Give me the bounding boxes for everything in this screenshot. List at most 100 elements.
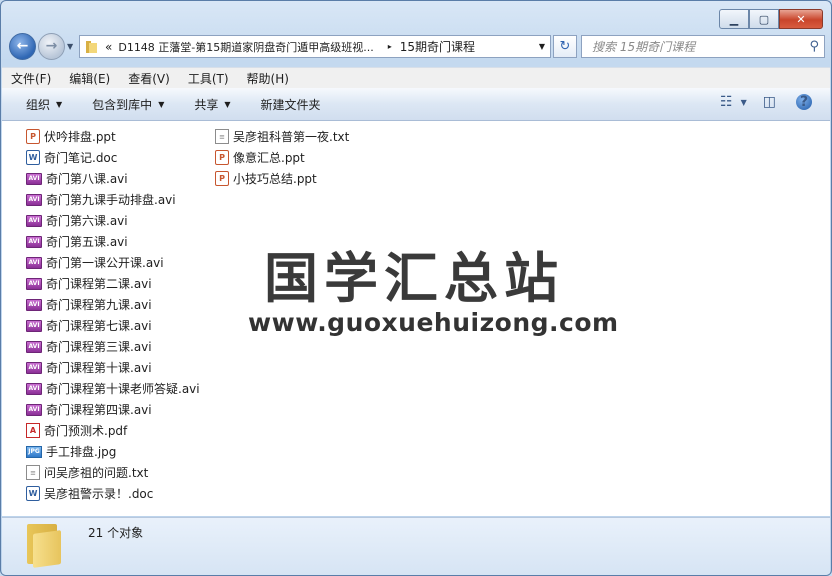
view-controls: ☷ ▼ ◫ ? (704, 94, 812, 110)
avi-file-icon: AVI (26, 214, 42, 227)
caption-buttons: ▁ ▢ ✕ (719, 9, 823, 29)
search-icon[interactable]: ⚲ (809, 39, 819, 54)
share-button[interactable]: 共享 ▼ (176, 96, 242, 113)
file-item[interactable]: AVI 奇门课程第三课.avi (26, 336, 200, 357)
file-name: 奇门第一课公开课.avi (46, 256, 164, 270)
file-name: 奇门第五课.avi (46, 235, 128, 249)
file-name: 手工排盘.jpg (46, 445, 117, 459)
file-name: 奇门课程第九课.avi (46, 298, 152, 312)
avi-file-icon: AVI (26, 193, 42, 206)
avi-file-icon: AVI (26, 298, 42, 311)
breadcrumb-current[interactable]: 15期奇门课程 (400, 38, 475, 55)
navigation-buttons: ← → ▼ (9, 32, 79, 60)
file-name: 伏吟排盘.ppt (44, 130, 116, 144)
file-name: 奇门课程第十课.avi (46, 361, 152, 375)
file-name: 吴彦祖警示录！.doc (44, 487, 154, 501)
file-item[interactable]: AVI 奇门课程第二课.avi (26, 273, 200, 294)
file-item[interactable]: W 奇门笔记.doc (26, 147, 200, 168)
file-item[interactable]: AVI 奇门课程第十课.avi (26, 357, 200, 378)
command-bar: 组织 ▼ 包含到库中 ▼ 共享 ▼ 新建文件夹 ☷ ▼ ◫ ? (2, 88, 830, 121)
minimize-button[interactable]: ▁ (719, 9, 749, 29)
file-item[interactable]: AVI 奇门第八课.avi (26, 168, 200, 189)
avi-file-icon: AVI (26, 256, 42, 269)
close-button[interactable]: ✕ (779, 9, 823, 29)
address-dropdown-icon[interactable]: ▼ (539, 42, 545, 51)
file-name: 奇门课程第四课.avi (46, 403, 152, 417)
menu-help[interactable]: 帮助(H) (238, 70, 298, 87)
refresh-button[interactable]: ↻ (553, 35, 577, 58)
details-pane: 21 个对象 (2, 517, 830, 575)
chevron-down-icon: ▼ (56, 99, 63, 109)
new-folder-label: 新建文件夹 (260, 97, 321, 112)
menu-view[interactable]: 查看(V) (119, 70, 179, 87)
file-item[interactable]: AVI 奇门第九课手动排盘.avi (26, 189, 200, 210)
organize-button[interactable]: 组织 ▼ (2, 96, 74, 113)
file-item[interactable]: P 小技巧总结.ppt (215, 168, 349, 189)
file-item[interactable]: A 奇门预测术.pdf (26, 420, 200, 441)
file-item[interactable]: AVI 奇门课程第九课.avi (26, 294, 200, 315)
file-item[interactable]: AVI 奇门第一课公开课.avi (26, 252, 200, 273)
include-label: 包含到库中 (92, 97, 153, 112)
file-name: 奇门课程第七课.avi (46, 319, 152, 333)
preview-pane-icon[interactable]: ◫ (763, 94, 776, 110)
file-name: 奇门课程第三课.avi (46, 340, 152, 354)
avi-file-icon: AVI (26, 361, 42, 374)
maximize-button[interactable]: ▢ (749, 9, 779, 29)
recent-pages-dropdown[interactable]: ▼ (67, 42, 79, 51)
help-icon[interactable]: ? (796, 94, 812, 110)
file-item[interactable]: JPG 手工排盘.jpg (26, 441, 200, 462)
file-name: 奇门第六课.avi (46, 214, 128, 228)
file-item[interactable]: P 像意汇总.ppt (215, 147, 349, 168)
file-item[interactable]: AVI 奇门课程第七课.avi (26, 315, 200, 336)
file-name: 奇门课程第十课老师答疑.avi (46, 382, 200, 396)
menu-edit[interactable]: 编辑(E) (60, 70, 119, 87)
file-name: 问吴彦祖的问题.txt (44, 466, 149, 480)
file-list[interactable]: P 伏吟排盘.ppt W 奇门笔记.doc AVI 奇门第八课.avi AVI 奇门第九课手动… (2, 121, 830, 516)
file-item[interactable]: AVI 奇门课程第十课老师答疑.avi (26, 378, 200, 399)
menu-tools[interactable]: 工具(T) (179, 70, 238, 87)
avi-file-icon: AVI (26, 340, 42, 353)
share-label: 共享 (194, 97, 219, 112)
explorer-window: ▁ ▢ ✕ ← → ▼ « D1148 正藩堂-第15期道家阴盘奇门遁甲高级班视… (0, 0, 832, 576)
back-button[interactable]: ← (9, 32, 36, 60)
view-dropdown-icon[interactable]: ▼ (741, 98, 747, 107)
avi-file-icon: AVI (26, 403, 42, 416)
file-item[interactable]: AVI 奇门第五课.avi (26, 231, 200, 252)
watermark-title: 国学汇总站 (264, 247, 564, 310)
jpg-file-icon: JPG (26, 445, 42, 458)
file-name: 奇门第八课.avi (46, 172, 128, 186)
ppt-file-icon: P (215, 171, 229, 186)
avi-file-icon: AVI (26, 319, 42, 332)
search-box[interactable]: 搜索 15期奇门课程 ⚲ (581, 35, 825, 58)
new-folder-button[interactable]: 新建文件夹 (243, 96, 333, 113)
chevron-down-icon: ▼ (158, 99, 165, 109)
address-overflow[interactable]: « (105, 40, 112, 54)
address-bar[interactable]: « D1148 正藩堂-第15期道家阴盘奇门遁甲高级班视... ▸ 15期奇门课… (79, 35, 551, 58)
file-item[interactable]: P 伏吟排盘.ppt (26, 126, 200, 147)
file-item[interactable]: W 吴彦祖警示录！.doc (26, 483, 200, 504)
include-in-library-button[interactable]: 包含到库中 ▼ (74, 96, 176, 113)
txt-file-icon: ≡ (26, 465, 40, 480)
file-name: 奇门笔记.doc (44, 151, 118, 165)
ppt-file-icon: P (26, 129, 40, 144)
chevron-down-icon: ▼ (224, 99, 231, 109)
doc-file-icon: W (26, 486, 40, 501)
doc-file-icon: W (26, 150, 40, 165)
avi-file-icon: AVI (26, 235, 42, 248)
back-arrow-icon: ← (16, 38, 29, 54)
file-item[interactable]: AVI 奇门课程第四课.avi (26, 399, 200, 420)
folder-icon (86, 40, 97, 53)
menu-file[interactable]: 文件(F) (2, 70, 60, 87)
search-input[interactable]: 搜索 15期奇门课程 (592, 38, 809, 55)
file-item[interactable]: ≡ 问吴彦祖的问题.txt (26, 462, 200, 483)
breadcrumb-separator-icon[interactable]: ▸ (388, 42, 392, 51)
view-options-icon[interactable]: ☷ (720, 94, 733, 110)
file-item[interactable]: AVI 奇门第六课.avi (26, 210, 200, 231)
avi-file-icon: AVI (26, 277, 42, 290)
file-name: 小技巧总结.ppt (233, 172, 317, 186)
avi-file-icon: AVI (26, 172, 42, 185)
breadcrumb-parent[interactable]: D1148 正藩堂-第15期道家阴盘奇门遁甲高级班视... (118, 39, 373, 55)
forward-button[interactable]: → (38, 32, 65, 60)
file-item[interactable]: ≡ 吴彦祖科普第一夜.txt (215, 126, 349, 147)
ppt-file-icon: P (215, 150, 229, 165)
